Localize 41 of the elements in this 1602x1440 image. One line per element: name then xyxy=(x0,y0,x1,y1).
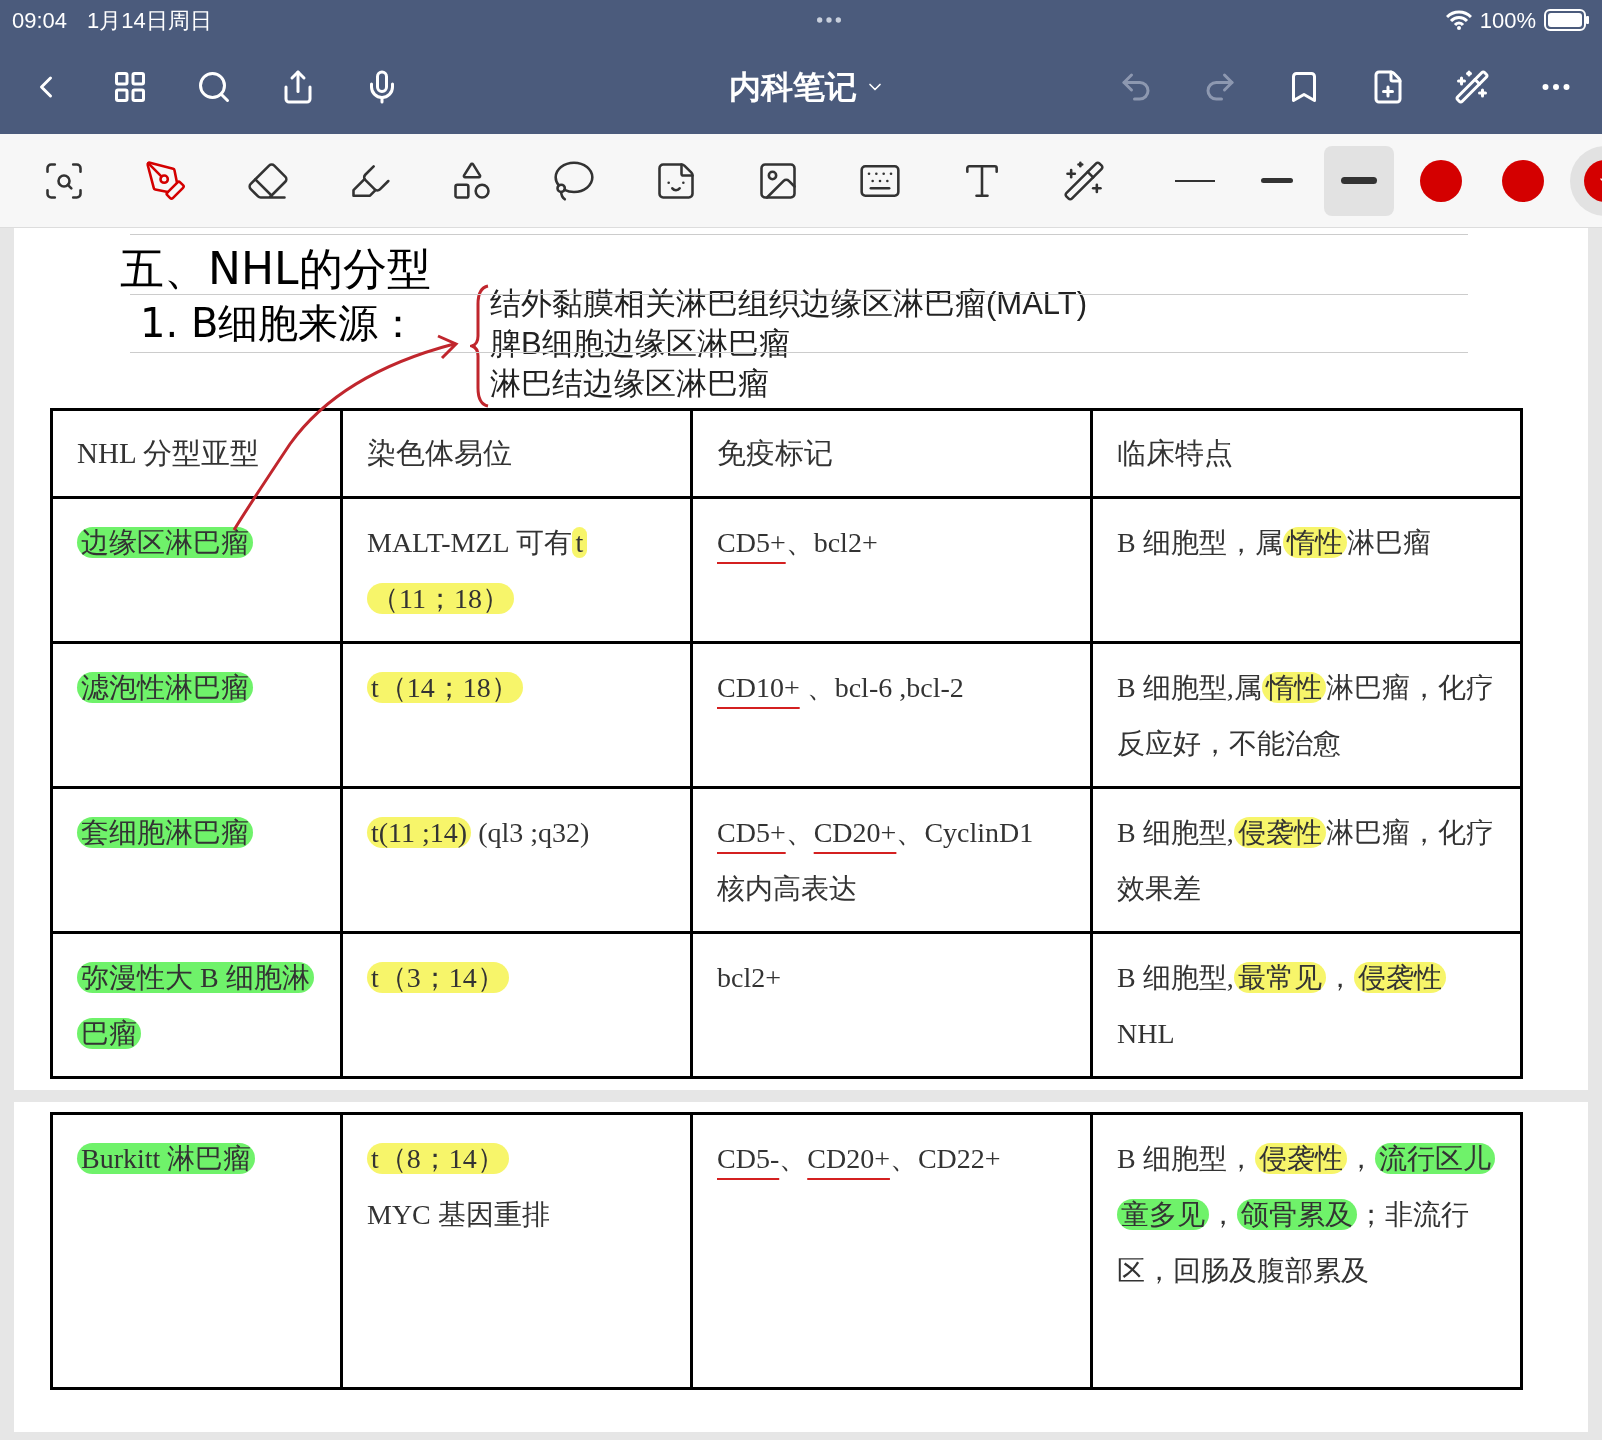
table-cell: B 细胞型，侵袭性，流行区儿童多见，颌骨累及；非流行区，回肠及腹部累及 xyxy=(1091,1113,1522,1389)
handwritten-subheading: 1. B细胞来源： xyxy=(139,299,419,348)
handwritten-heading: 五、NHL的分型 xyxy=(120,242,431,296)
table-cell: Burkitt 淋巴瘤 xyxy=(51,1113,342,1389)
table-cell: CD5+、CD20+、CyclinD1 核内高表达 xyxy=(691,787,1092,933)
table-cell: 套细胞淋巴瘤 xyxy=(51,787,342,933)
table-cell: MALT-MZL 可有t（11；18） xyxy=(341,497,692,643)
battery-percent: 100% xyxy=(1479,6,1536,35)
column-header: 免疫标记 xyxy=(691,409,1092,498)
column-header: 染色体易位 xyxy=(341,409,692,498)
table-cell: B 细胞型,属惰性淋巴瘤，化疗反应好，不能治愈 xyxy=(1091,642,1522,788)
grid-icon[interactable] xyxy=(112,69,148,105)
table-cell: 边缘区淋巴瘤 xyxy=(51,497,342,643)
status-date: 1月14日周日 xyxy=(87,6,212,35)
battery-icon xyxy=(1544,9,1590,31)
table-cell: t(11 ;14) (ql3 ;q32) xyxy=(341,787,692,933)
column-header: NHL 分型亚型 xyxy=(51,409,342,498)
notebook-title[interactable]: 内科笔记 xyxy=(729,63,885,111)
stroke-width-option[interactable] xyxy=(1324,145,1394,216)
table-cell: t（3；14） xyxy=(341,932,692,1078)
bracket-list-item: 淋巴结边缘区淋巴瘤 xyxy=(490,365,769,403)
pen-icon xyxy=(144,158,188,203)
table-cell: t（8；14） MYC 基因重排 xyxy=(341,1113,692,1389)
lasso-icon xyxy=(552,158,596,203)
laser-pointer-icon xyxy=(1062,158,1106,203)
search-icon[interactable] xyxy=(196,69,232,105)
status-time: 09:04 xyxy=(12,6,68,35)
table-cell: 滤泡性淋巴瘤 xyxy=(51,642,342,788)
wifi-icon xyxy=(1445,10,1472,30)
table-cell: B 细胞型,侵袭性淋巴瘤，化疗效果差 xyxy=(1091,787,1522,933)
table-cell: B 细胞型，属惰性淋巴瘤 xyxy=(1091,497,1522,643)
wand-icon[interactable] xyxy=(1454,69,1490,105)
column-header: 临床特点 xyxy=(1091,409,1522,498)
table-cell: bcl2+ xyxy=(691,932,1092,1078)
table-cell: t（14；18） xyxy=(341,642,692,788)
table-cell: CD5+、bcl2+ xyxy=(691,497,1092,643)
table-cell: CD5-、CD20+、CD22+ xyxy=(691,1113,1092,1389)
table-cell: 弥漫性大 B 细胞淋巴瘤 xyxy=(51,932,342,1078)
table-cell: CD10+ 、bcl-6 ,bcl-2 xyxy=(691,642,1092,788)
table-cell: B 细胞型,最常见，侵袭性 NHL xyxy=(1091,932,1522,1078)
bracket-icon xyxy=(470,284,490,408)
